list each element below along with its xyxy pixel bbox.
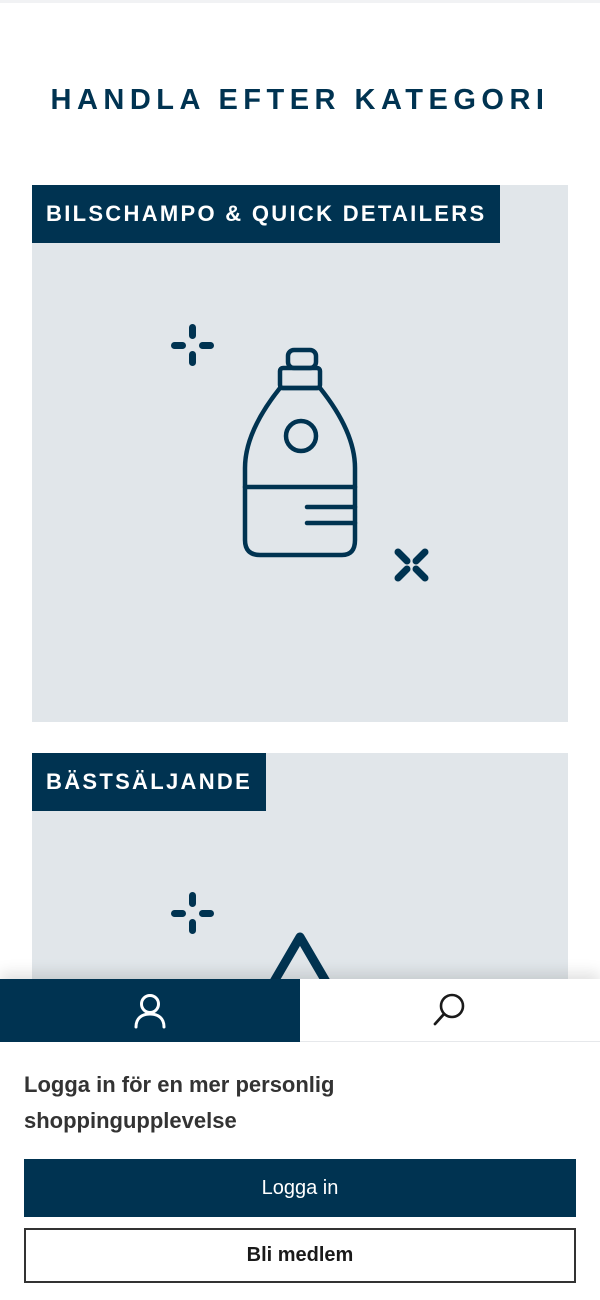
category-label: BILSCHAMPO & QUICK DETAILERS xyxy=(32,185,501,243)
page: HANDLA EFTER KATEGORI BILSCHAMPO & QUICK… xyxy=(0,0,600,1300)
user-icon xyxy=(134,993,166,1028)
login-prompt: Logga in för en mer personlig shoppingup… xyxy=(24,1072,335,1133)
tab-account[interactable] xyxy=(0,979,300,1042)
shampoo-bottle-icon xyxy=(171,324,429,582)
category-card-bestsellers[interactable]: BÄSTSÄLJANDE xyxy=(32,753,568,1013)
sparkle-icon xyxy=(171,892,214,934)
sparkle-x-icon xyxy=(394,548,429,582)
sparkle-icon xyxy=(171,324,214,366)
tab-bar xyxy=(0,979,600,1042)
section-title: HANDLA EFTER KATEGORI xyxy=(50,84,550,116)
category-card-car-shampoo[interactable]: BILSCHAMPO & QUICK DETAILERS xyxy=(32,185,568,722)
search-icon xyxy=(433,993,465,1026)
category-label: BÄSTSÄLJANDE xyxy=(32,753,267,811)
become-member-button[interactable]: Bli medlem xyxy=(24,1228,576,1283)
login-button[interactable]: Logga in xyxy=(24,1159,576,1217)
status-bar-divider xyxy=(0,0,600,3)
tab-search[interactable] xyxy=(300,979,600,1042)
